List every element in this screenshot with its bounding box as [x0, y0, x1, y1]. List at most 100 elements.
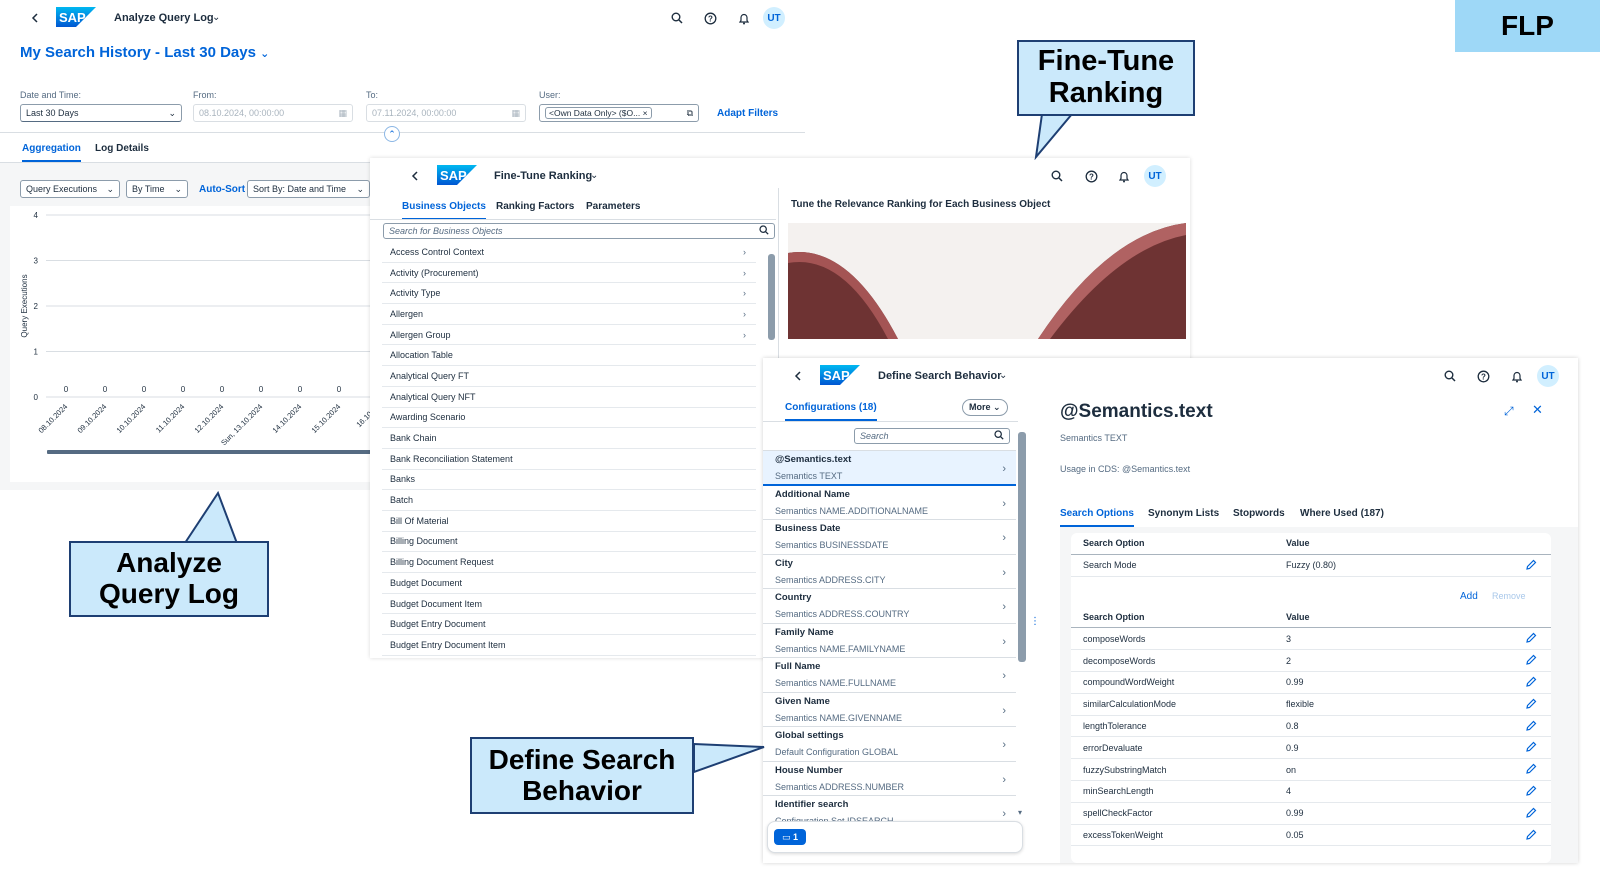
edit-icon[interactable] — [1526, 763, 1537, 776]
measure-select[interactable]: Query Executions ⌄ — [20, 180, 120, 198]
finetune-shell-title[interactable]: Fine-Tune Ranking — [494, 170, 592, 182]
tab-configurations[interactable]: Configurations (18) — [785, 402, 877, 421]
configuration-row[interactable]: Global settings Default Configuration GLO… — [763, 727, 1016, 762]
auto-sort-button[interactable]: Auto-Sort — [199, 184, 245, 195]
business-object-row[interactable]: Allergen › — [382, 304, 756, 325]
configuration-row[interactable]: Family Name Semantics NAME.FAMILYNAME › — [763, 623, 1016, 658]
help-icon[interactable]: ? — [699, 7, 721, 29]
search-icon[interactable] — [1046, 165, 1068, 187]
configurations-search[interactable]: Search — [854, 428, 1010, 444]
search-option-row[interactable]: minSearchLength 4 — [1071, 781, 1551, 803]
search-option-row[interactable]: lengthTolerance 0.8 — [1071, 716, 1551, 738]
message-popover-button[interactable]: ▭ 1 — [774, 829, 806, 845]
from-date-field[interactable]: 08.10.2024, 00:00:00 ▦ — [193, 104, 353, 122]
tab-business-objects[interactable]: Business Objects — [402, 201, 486, 220]
analyze-shell-title[interactable]: Analyze Query Log — [114, 12, 214, 24]
search-option-row[interactable]: errorDevaluate 0.9 — [1071, 737, 1551, 760]
to-date-field[interactable]: 07.11.2024, 00:00:00 ▦ — [366, 104, 526, 122]
adapt-filters-link[interactable]: Adapt Filters — [717, 108, 778, 119]
business-objects-search[interactable]: Search for Business Objects — [383, 223, 775, 239]
edit-icon[interactable] — [1526, 720, 1537, 733]
user-avatar[interactable]: UT — [1537, 365, 1559, 387]
chevron-down-icon[interactable]: ⌄ — [999, 370, 1007, 381]
user-avatar[interactable]: UT — [1144, 165, 1166, 187]
user-multi-input[interactable]: <Own Data Only> ($O... × ⧉ — [539, 104, 699, 122]
tab-search-options[interactable]: Search Options — [1060, 508, 1134, 527]
search-icon[interactable] — [994, 430, 1004, 442]
business-object-row[interactable]: Analytical Query FT — [382, 366, 756, 387]
configuration-row[interactable]: Identifier search Configuration Set IDSEA… — [763, 796, 1016, 821]
sap-logo[interactable]: SAP — [820, 365, 860, 388]
close-icon[interactable]: × — [643, 108, 648, 118]
list-scrollbar[interactable] — [768, 254, 775, 340]
business-object-row[interactable]: Budget Document — [382, 573, 756, 594]
search-option-row[interactable]: compoundWordWeight 0.99 — [1071, 672, 1551, 694]
edit-icon[interactable] — [1526, 807, 1537, 820]
search-icon[interactable] — [666, 7, 688, 29]
more-button[interactable]: More ⌄ — [962, 399, 1008, 416]
business-object-row[interactable]: Budget Entry Document Item — [382, 635, 756, 656]
business-object-row[interactable]: Budget Document Item — [382, 594, 756, 615]
tab-aggregation[interactable]: Aggregation — [22, 143, 81, 162]
user-avatar[interactable]: UT — [763, 7, 785, 29]
scroll-down-icon[interactable]: ▾ — [1018, 808, 1022, 817]
dimension-select[interactable]: By Time ⌄ — [126, 180, 188, 198]
back-icon[interactable] — [404, 165, 426, 187]
business-object-row[interactable]: Activity (Procurement) › — [382, 263, 756, 284]
help-icon[interactable]: ? — [1080, 165, 1102, 187]
edit-icon[interactable] — [1526, 829, 1537, 842]
mode-table-row[interactable]: Search Mode Fuzzy (0.80) — [1071, 555, 1551, 577]
search-option-row[interactable]: decomposeWords 2 — [1071, 650, 1551, 672]
business-object-row[interactable]: Bank Reconciliation Statement — [382, 449, 756, 470]
edit-icon[interactable] — [1526, 785, 1537, 798]
business-object-row[interactable]: Bank Chain — [382, 428, 756, 449]
sort-by-select[interactable]: Sort By: Date and Time ⌄ — [247, 180, 370, 198]
configuration-row[interactable]: Additional Name Semantics NAME.ADDITIONAL… — [763, 485, 1016, 520]
value-help-icon[interactable]: ⧉ — [687, 108, 693, 119]
business-object-row[interactable]: Access Control Context › — [382, 242, 756, 263]
configuration-row[interactable]: Country Semantics ADDRESS.COUNTRY › — [763, 589, 1016, 624]
configuration-row[interactable]: @Semantics.text Semantics TEXT › — [763, 451, 1016, 486]
page-title[interactable]: My Search History - Last 30 Days ⌄ — [20, 44, 269, 61]
business-object-row[interactable]: Banks — [382, 470, 756, 491]
edit-icon[interactable] — [1526, 698, 1537, 711]
business-object-row[interactable]: Activity Type › — [382, 283, 756, 305]
business-object-row[interactable]: Billing Document — [382, 532, 756, 553]
bell-icon[interactable] — [1113, 165, 1135, 187]
close-icon[interactable]: ✕ — [1532, 402, 1543, 418]
business-object-row[interactable]: Allergen Group › — [382, 325, 756, 346]
date-select[interactable]: Last 30 Days ⌄ — [20, 104, 182, 122]
tab-parameters[interactable]: Parameters — [586, 201, 640, 218]
bell-icon[interactable] — [733, 7, 755, 29]
chevron-down-icon[interactable]: ⌄ — [212, 12, 220, 23]
bell-icon[interactable] — [1506, 365, 1528, 387]
business-object-row[interactable]: Allocation Table — [382, 345, 756, 367]
add-button[interactable]: Add — [1460, 591, 1478, 602]
search-option-row[interactable]: fuzzySubstringMatch on — [1071, 759, 1551, 781]
edit-icon[interactable] — [1526, 559, 1537, 572]
user-token[interactable]: <Own Data Only> ($O... × — [545, 107, 652, 119]
list-scrollbar[interactable] — [1018, 432, 1026, 662]
business-object-row[interactable]: Budget Entry Document — [382, 614, 756, 636]
back-icon[interactable] — [24, 7, 46, 29]
search-option-row[interactable]: spellCheckFactor 0.99 — [1071, 803, 1551, 825]
business-object-row[interactable]: Batch — [382, 490, 756, 511]
fullscreen-icon[interactable]: ⤢ — [1504, 404, 1514, 419]
configuration-row[interactable]: House Number Semantics ADDRESS.NUMBER › — [763, 761, 1016, 796]
search-option-row[interactable]: composeWords 3 — [1071, 628, 1551, 651]
collapse-header-button[interactable]: ⌃ — [384, 126, 400, 142]
edit-icon[interactable] — [1526, 676, 1537, 689]
tab-stopwords[interactable]: Stopwords — [1233, 508, 1285, 525]
configuration-row[interactable]: City Semantics ADDRESS.CITY › — [763, 554, 1016, 589]
edit-icon[interactable] — [1526, 654, 1537, 667]
splitter-handle-icon[interactable]: ⋮ — [1030, 616, 1040, 627]
business-object-row[interactable]: Billing Document Request — [382, 552, 756, 573]
sap-logo[interactable]: SAP — [56, 7, 96, 30]
edit-icon[interactable] — [1526, 632, 1537, 645]
tab-where-used[interactable]: Where Used (187) — [1300, 508, 1384, 525]
search-icon[interactable] — [759, 225, 769, 237]
edit-icon[interactable] — [1526, 741, 1537, 754]
back-icon[interactable] — [787, 365, 809, 387]
chevron-down-icon[interactable]: ⌄ — [590, 170, 598, 181]
sap-logo[interactable]: SAP — [437, 165, 477, 188]
